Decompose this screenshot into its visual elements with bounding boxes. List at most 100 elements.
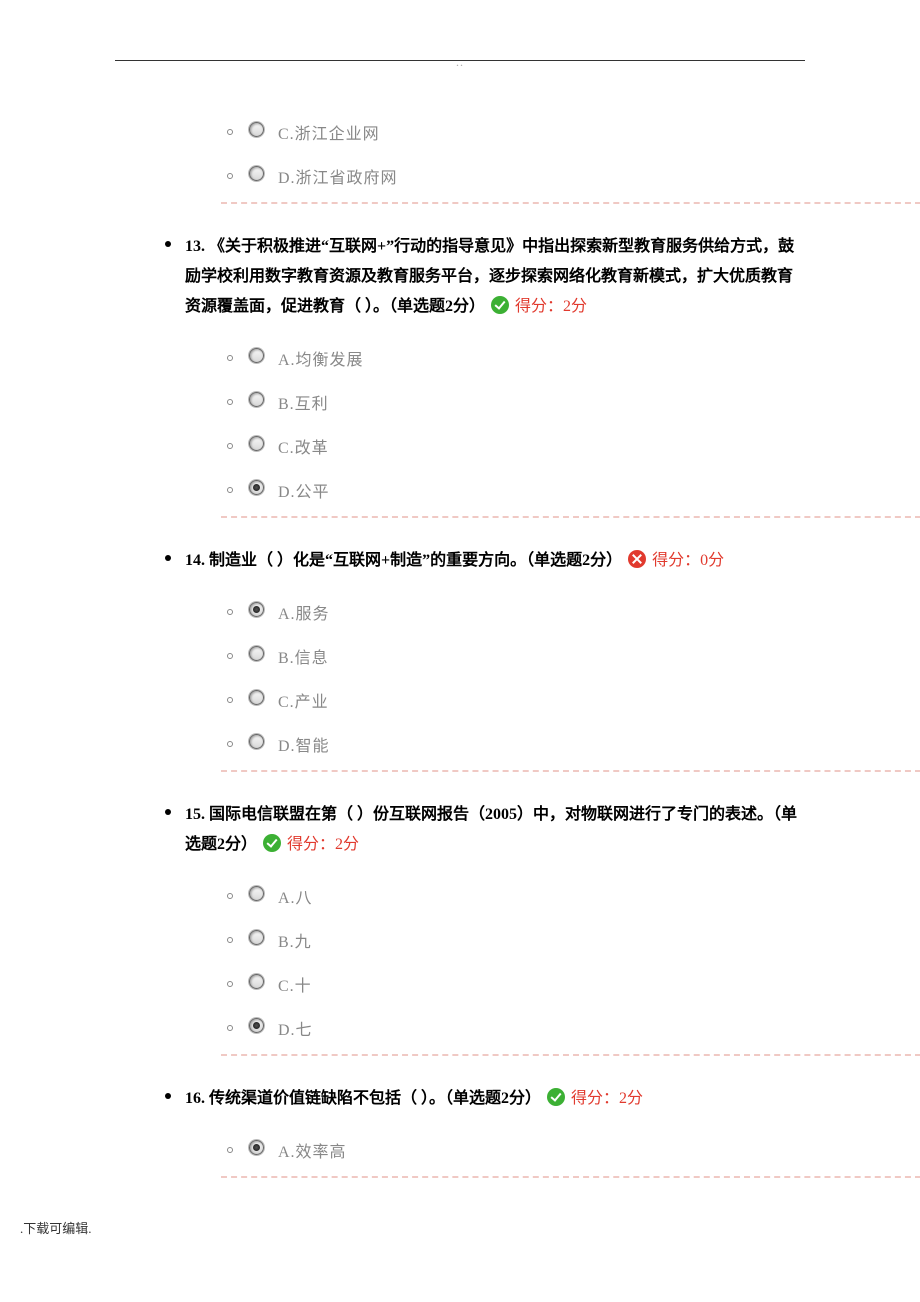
dashed-separator [221, 1054, 920, 1056]
score-text: 得分：0分 [652, 552, 724, 569]
option-row: D.七 [115, 1006, 805, 1050]
option-label: B.信息 [278, 644, 329, 668]
option-label: B.互利 [278, 390, 329, 414]
option-row: C.改革 [115, 424, 805, 468]
radio-icon[interactable] [249, 348, 264, 363]
list-bullet-icon [227, 1147, 233, 1153]
option-row: B.互利 [115, 380, 805, 424]
option-row: C.产业 [115, 678, 805, 722]
footer-text: .下载可编辑. [20, 1218, 920, 1237]
question-stem: 传统渠道价值链缺陷不包括（ ）。（单选题2分） [209, 1090, 541, 1107]
question-number: 15. [185, 806, 205, 823]
option-label: D.智能 [278, 732, 330, 756]
radio-icon[interactable] [249, 974, 264, 989]
option-label: D.公平 [278, 478, 330, 502]
list-bullet-icon [227, 173, 233, 179]
option-row: D.浙江省政府网 [115, 154, 805, 198]
option-label: C.改革 [278, 434, 329, 458]
option-label: A.服务 [278, 600, 330, 624]
radio-selected-icon[interactable] [249, 602, 264, 617]
question-16: 16. 传统渠道价值链缺陷不包括（ ）。（单选题2分） 得分：2分 A.效率高 [115, 1084, 805, 1178]
options-list: A.均衡发展 B.互利 C.改革 D.公平 [115, 336, 805, 518]
radio-selected-icon[interactable] [249, 480, 264, 495]
list-bullet-icon [227, 937, 233, 943]
bullet-icon [165, 555, 171, 561]
option-label: A.效率高 [278, 1138, 347, 1162]
content-area: C.浙江企业网 D.浙江省政府网 13. 《关于积极推进“互联网+”行动的指导意… [115, 110, 805, 1178]
list-bullet-icon [227, 697, 233, 703]
options-list: A.效率高 [115, 1128, 805, 1178]
question-number: 14. [185, 552, 205, 569]
radio-icon[interactable] [249, 734, 264, 749]
list-bullet-icon [227, 355, 233, 361]
list-bullet-icon [227, 399, 233, 405]
option-label: C.十 [278, 972, 312, 996]
option-row: D.智能 [115, 722, 805, 766]
check-icon [263, 834, 281, 852]
question-stem: 《关于积极推进“互联网+”行动的指导意见》中指出探索新型教育服务供给方式，鼓励学… [185, 238, 794, 315]
bullet-icon [165, 1093, 171, 1099]
radio-selected-icon[interactable] [249, 1140, 264, 1155]
options-list: A.八 B.九 C.十 D.七 [115, 874, 805, 1056]
radio-icon[interactable] [249, 392, 264, 407]
option-row: B.九 [115, 918, 805, 962]
options-list: A.服务 B.信息 C.产业 D.智能 [115, 590, 805, 772]
option-label: A.均衡发展 [278, 346, 364, 370]
question-text: 16. 传统渠道价值链缺陷不包括（ ）。（单选题2分） 得分：2分 [185, 1084, 805, 1114]
question-15: 15. 国际电信联盟在第（ ）份互联网报告（2005）中，对物联网进行了专门的表… [115, 800, 805, 1056]
radio-icon[interactable] [249, 886, 264, 901]
dashed-separator [221, 770, 920, 772]
option-row: A.八 [115, 874, 805, 918]
document-page: .. C.浙江企业网 D.浙江省政府网 13. 《关于积极推进“互联网+” [0, 0, 920, 1277]
question-text: 15. 国际电信联盟在第（ ）份互联网报告（2005）中，对物联网进行了专门的表… [185, 800, 805, 860]
score-text: 得分：2分 [571, 1090, 643, 1107]
check-icon [491, 296, 509, 314]
radio-icon[interactable] [249, 436, 264, 451]
radio-icon[interactable] [249, 646, 264, 661]
question-number: 13. [185, 238, 205, 255]
dashed-separator [221, 202, 920, 204]
question-13: 13. 《关于积极推进“互联网+”行动的指导意见》中指出探索新型教育服务供给方式… [115, 232, 805, 518]
option-row: B.信息 [115, 634, 805, 678]
list-bullet-icon [227, 609, 233, 615]
option-row: D.公平 [115, 468, 805, 512]
bullet-icon [165, 809, 171, 815]
radio-icon[interactable] [249, 166, 264, 181]
option-row: A.服务 [115, 590, 805, 634]
question-14: 14. 制造业（ ）化是“互联网+制造”的重要方向。（单选题2分） 得分：0分 … [115, 546, 805, 772]
question-number: 16. [185, 1090, 205, 1107]
question-text: 14. 制造业（ ）化是“互联网+制造”的重要方向。（单选题2分） 得分：0分 [185, 546, 805, 576]
dashed-separator [221, 1176, 920, 1178]
check-icon [547, 1088, 565, 1106]
radio-selected-icon[interactable] [249, 1018, 264, 1033]
option-row: C.浙江企业网 [115, 110, 805, 154]
q12-options-tail: C.浙江企业网 D.浙江省政府网 [115, 110, 805, 204]
x-icon [628, 550, 646, 568]
radio-icon[interactable] [249, 122, 264, 137]
radio-icon[interactable] [249, 930, 264, 945]
option-row: A.效率高 [115, 1128, 805, 1172]
list-bullet-icon [227, 893, 233, 899]
option-label: D.七 [278, 1016, 313, 1040]
list-bullet-icon [227, 129, 233, 135]
bullet-icon [165, 241, 171, 247]
question-text: 13. 《关于积极推进“互联网+”行动的指导意见》中指出探索新型教育服务供给方式… [185, 232, 805, 322]
option-label: B.九 [278, 928, 312, 952]
list-bullet-icon [227, 741, 233, 747]
list-bullet-icon [227, 443, 233, 449]
list-bullet-icon [227, 653, 233, 659]
option-label: C.产业 [278, 688, 329, 712]
score-text: 得分：2分 [515, 298, 587, 315]
radio-icon[interactable] [249, 690, 264, 705]
list-bullet-icon [227, 981, 233, 987]
list-bullet-icon [227, 1025, 233, 1031]
option-label: C.浙江企业网 [278, 120, 380, 144]
option-row: C.十 [115, 962, 805, 1006]
list-bullet-icon [227, 487, 233, 493]
score-text: 得分：2分 [287, 836, 359, 853]
option-label: D.浙江省政府网 [278, 164, 398, 188]
option-label: A.八 [278, 884, 313, 908]
option-row: A.均衡发展 [115, 336, 805, 380]
question-stem: 制造业（ ）化是“互联网+制造”的重要方向。（单选题2分） [209, 552, 622, 569]
dashed-separator [221, 516, 920, 518]
